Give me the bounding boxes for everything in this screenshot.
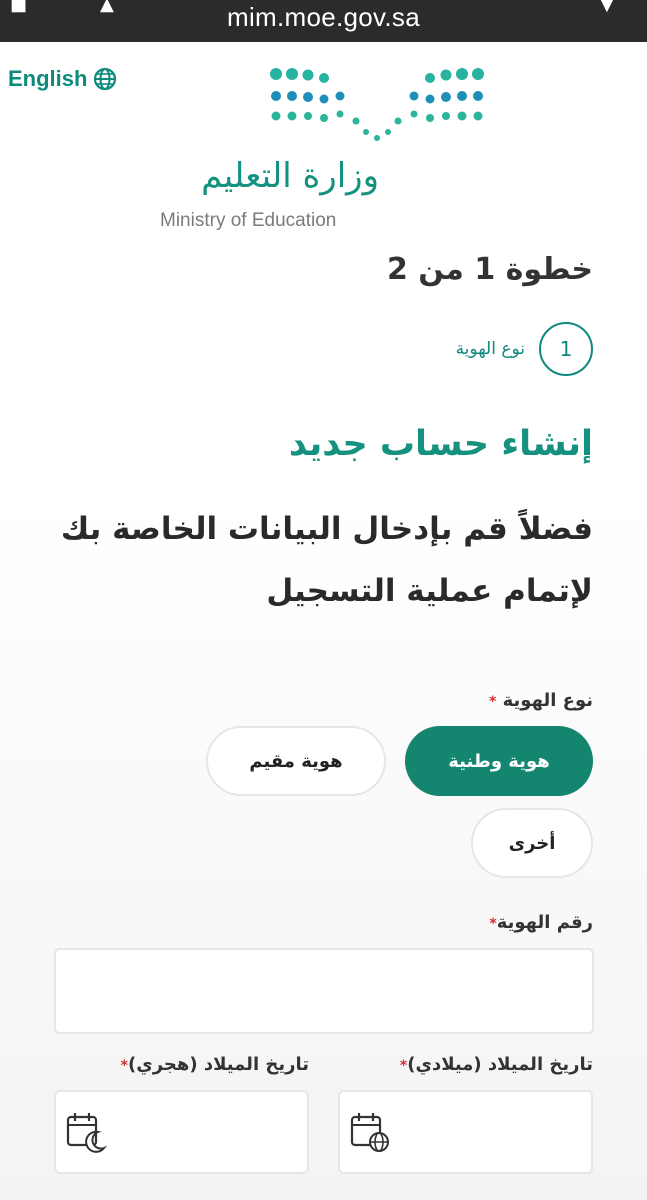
ministry-name-arabic: وزارة التعليم (201, 156, 379, 196)
birth-gregorian-label: تاريخ الميلاد (ميلادي)* (400, 1054, 593, 1075)
id-type-national-label: هوية وطنية (448, 750, 550, 772)
globe-icon (94, 67, 117, 91)
step-label: نوع الهوية (455, 339, 525, 359)
ministry-name-english: Ministry of Education (160, 210, 337, 231)
url-text[interactable]: mim.moe.gov.sa (0, 2, 647, 33)
id-type-other-button[interactable]: أخرى (471, 808, 593, 878)
required-mark: * (489, 694, 497, 710)
birth-gregorian-label-text: تاريخ الميلاد (ميلادي) (407, 1054, 593, 1075)
birth-gregorian-input[interactable] (338, 1090, 593, 1174)
birth-hijri-input[interactable] (54, 1090, 309, 1174)
id-number-label-text: رقم الهوية (496, 912, 593, 933)
page-subheading: فضلاً قم بإدخال البيانات الخاصة بك لإتما… (60, 511, 593, 609)
id-type-label-text: نوع الهوية (502, 690, 593, 711)
id-type-national-button[interactable]: هوية وطنية (405, 726, 593, 796)
step-number-circle: 1 (539, 322, 593, 376)
birth-hijri-label-text: تاريخ الميلاد (هجري) (128, 1054, 309, 1075)
birth-hijri-label: تاريخ الميلاد (هجري)* (121, 1054, 309, 1075)
id-number-input[interactable] (54, 948, 594, 1034)
browser-url-bar[interactable]: ■ ▲ ▼ mim.moe.gov.sa (0, 0, 647, 42)
id-type-other-label: أخرى (508, 832, 556, 854)
language-label: English (8, 66, 88, 91)
page-heading: إنشاء حساب جديد (288, 424, 593, 464)
id-type-resident-label: هوية مقيم (249, 750, 343, 772)
id-type-label: نوع الهوية * (489, 690, 593, 711)
language-switch[interactable]: English (8, 66, 117, 92)
ministry-logo-mark (270, 68, 484, 141)
id-number-label: رقم الهوية* (489, 912, 593, 933)
calendar-globe-icon[interactable] (348, 1110, 392, 1154)
calendar-moon-icon[interactable] (64, 1110, 108, 1154)
step-title: خطوة 1 من 2 (386, 252, 593, 287)
required-mark: * (120, 1058, 128, 1074)
required-mark: * (489, 916, 497, 932)
step-indicator: 1 نوع الهوية (456, 322, 593, 376)
id-type-resident-button[interactable]: هوية مقيم (206, 726, 386, 796)
